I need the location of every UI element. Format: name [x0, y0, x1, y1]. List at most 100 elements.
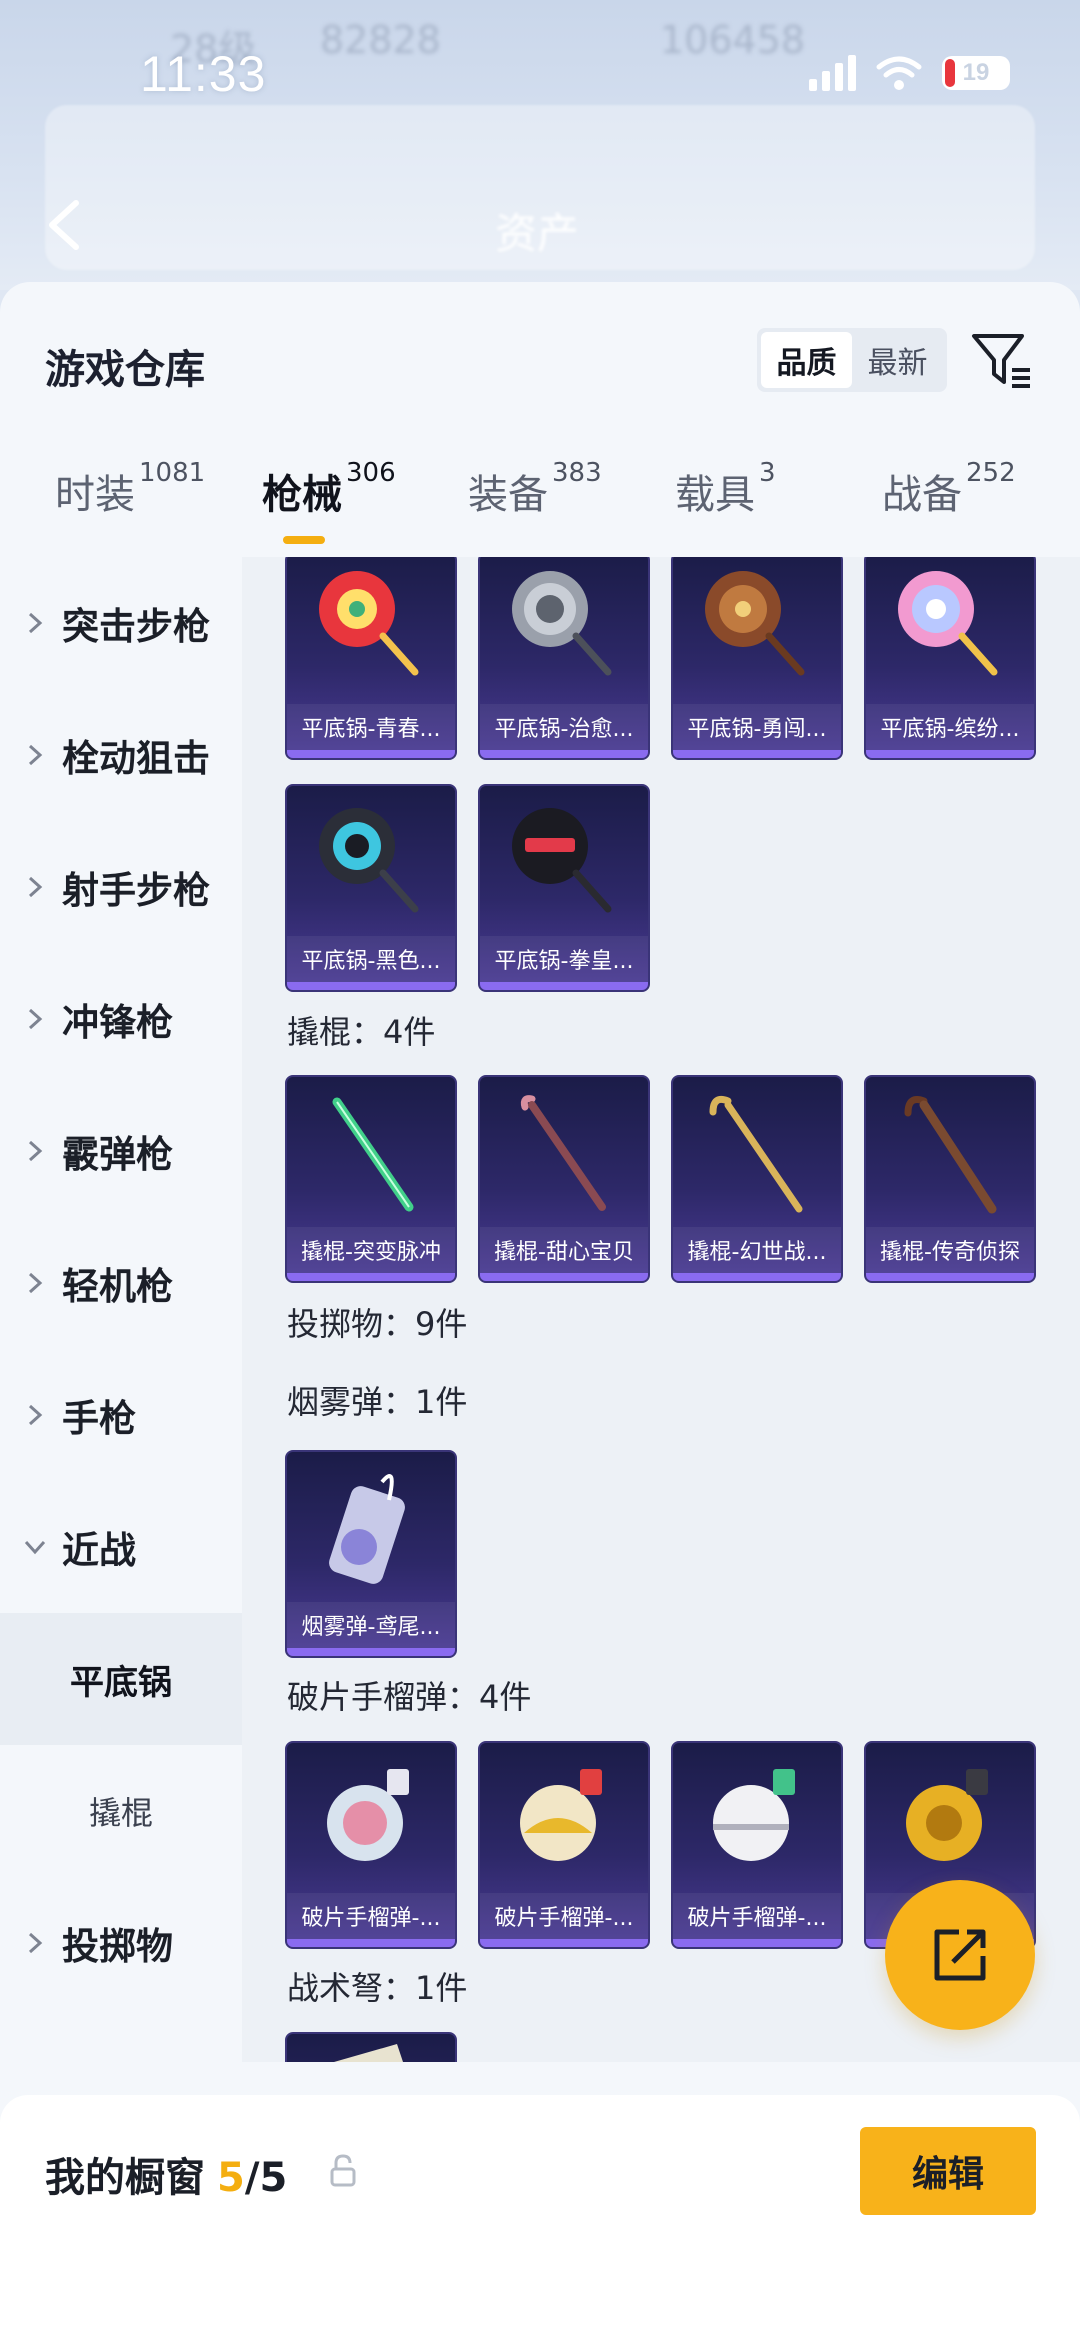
rarity-stripe: [480, 982, 648, 990]
filter-icon[interactable]: [970, 330, 1034, 390]
sort-option-newest[interactable]: 最新: [852, 332, 943, 388]
item-card[interactable]: 撬棍-甜心宝贝: [478, 1075, 650, 1283]
item-card[interactable]: 平底锅-黑色...: [285, 784, 457, 992]
tab-fashion[interactable]: 时装 1081: [55, 458, 205, 520]
sidebar-item-marksman-rifle[interactable]: 射手步枪: [0, 821, 242, 953]
share-fab[interactable]: [885, 1880, 1035, 2030]
sidebar-item-label: 冲锋枪: [62, 1001, 173, 1044]
battery-level: 19: [962, 59, 990, 86]
item-name: 平底锅-缤纷...: [866, 704, 1034, 750]
frag-grenade-4-icon: [906, 1769, 988, 1861]
status-time: 11:33: [140, 46, 267, 102]
frag-grenade-2-icon: [520, 1769, 602, 1861]
item-card[interactable]: 烟雾弹-鸢尾...: [285, 1450, 457, 1658]
item-name: 撬棍-幻世战...: [673, 1227, 841, 1273]
rarity-stripe: [287, 1648, 455, 1656]
item-name: 撬棍-传奇侦探: [866, 1227, 1034, 1273]
rarity-stripe: [480, 750, 648, 758]
item-card[interactable]: 平底锅-勇闯...: [671, 557, 843, 760]
sidebar-item-throwables[interactable]: 投掷物: [0, 1877, 242, 2009]
tab-vehicles[interactable]: 载具 3: [675, 458, 776, 520]
sidebar-item-label: 轻机枪: [62, 1265, 173, 1308]
chevron-right-icon: [28, 1404, 43, 1426]
item-card[interactable]: 平底锅-治愈...: [478, 557, 650, 760]
chevron-right-icon: [28, 744, 43, 766]
sidebar-item-shotgun[interactable]: 霰弹枪: [0, 1085, 242, 1217]
item-card[interactable]: 破片手榴弹-...: [671, 1741, 843, 1949]
tab-count: 252: [966, 458, 1016, 488]
item-card[interactable]: 撬棍-传奇侦探: [864, 1075, 1036, 1283]
signal-icon: [809, 55, 856, 91]
item-card[interactable]: 平底锅-拳皇...: [478, 784, 650, 992]
item-card[interactable]: 破片手榴弹-...: [285, 1741, 457, 1949]
sidebar-item-smg[interactable]: 冲锋枪: [0, 953, 242, 1085]
sidebar-item-label: 突击步枪: [62, 605, 210, 648]
green-crowbar-icon: [332, 1097, 414, 1212]
chevron-right-icon: [28, 1008, 43, 1030]
wifi-icon: [876, 56, 922, 90]
section-header-frag: 破片手榴弹：4件: [287, 1678, 532, 1716]
sidebar-item-label: 投掷物: [62, 1925, 173, 1968]
item-card[interactable]: [285, 2032, 457, 2062]
item-card[interactable]: 撬棍-幻世战...: [671, 1075, 843, 1283]
chevron-right-icon: [28, 1932, 43, 1954]
item-card[interactable]: 平底锅-青春...: [285, 557, 457, 760]
battery-icon: 19: [942, 56, 1010, 90]
item-name: 平底锅-拳皇...: [480, 936, 648, 982]
tab-label: 枪械: [262, 472, 342, 518]
background-header: 28级 82828 106458 11:33 19 资产: [0, 0, 1080, 290]
item-name: 平底锅-治愈...: [480, 704, 648, 750]
asset-title: 资产: [495, 209, 580, 258]
sidebar-item-lmg[interactable]: 轻机枪: [0, 1217, 242, 1349]
sidebar-item-label: 霰弹枪: [62, 1133, 173, 1176]
showcase-bar: 我的橱窗 5 /5 编辑: [0, 2095, 1080, 2341]
item-name: 烟雾弹-鸢尾...: [287, 1602, 455, 1648]
chevron-right-icon: [28, 876, 43, 898]
sidebar-item-label: 栓动狙击: [62, 737, 210, 780]
edit-button[interactable]: 编辑: [860, 2127, 1036, 2215]
frag-grenade-1-icon: [327, 1769, 409, 1861]
red-pan-icon: [319, 571, 419, 676]
item-name: 破片手榴弹-...: [673, 1893, 841, 1939]
sidebar-item-label: 近战: [62, 1529, 136, 1572]
rarity-stripe: [866, 1273, 1034, 1281]
section-header-crossbow: 战术弩：1件: [287, 1969, 468, 2007]
item-card[interactable]: 撬棍-突变脉冲: [285, 1075, 457, 1283]
item-card[interactable]: 破片手榴弹-...: [478, 1741, 650, 1949]
item-grid: 平底锅-青春... 平底锅-治愈... 平底锅-勇闯... 平底锅-缤纷... …: [242, 557, 1080, 2062]
sidebar-item-pistol[interactable]: 手枪: [0, 1349, 242, 1481]
smoke-grenade-icon: [329, 1474, 405, 1584]
section-header-crowbar: 撬棍：4件: [287, 1013, 436, 1051]
bronze-pan-icon: [705, 571, 805, 676]
tab-count: 306: [346, 458, 396, 488]
sidebar-subitem-pan[interactable]: 平底锅: [0, 1613, 242, 1745]
sidebar-item-assault-rifle[interactable]: 突击步枪: [0, 557, 242, 689]
sidebar-item-label: 射手步枪: [62, 869, 210, 912]
tab-equipment[interactable]: 装备 383: [468, 458, 602, 520]
back-arrow-icon[interactable]: [40, 195, 90, 255]
chevron-down-icon: [24, 1540, 46, 1555]
active-tab-indicator: [283, 536, 325, 544]
rarity-stripe: [480, 1273, 648, 1281]
sidebar-item-bolt-sniper[interactable]: 栓动狙击: [0, 689, 242, 821]
panel-title: 游戏仓库: [45, 347, 205, 393]
sidebar-item-melee[interactable]: 近战: [0, 1481, 242, 1613]
item-card[interactable]: 平底锅-缤纷...: [864, 557, 1036, 760]
tab-supplies[interactable]: 战备 252: [882, 458, 1016, 520]
showcase-title: 我的橱窗 5 /5: [45, 2145, 287, 2203]
category-tabs: 时装 1081 枪械 306 装备 383 载具 3 战备 252: [0, 458, 1080, 572]
sort-option-quality[interactable]: 品质: [761, 332, 852, 388]
silver-pan-icon: [512, 571, 612, 676]
lock-icon: [330, 2154, 356, 2187]
candy-pan-icon: [898, 571, 998, 676]
black-pan-icon: [319, 808, 419, 913]
section-header-smoke: 烟雾弹：1件: [287, 1383, 468, 1421]
showcase-total-count: /5: [244, 2155, 288, 2201]
sidebar-subitem-crowbar[interactable]: 撬棍: [0, 1745, 242, 1877]
tab-count: 3: [759, 458, 776, 488]
tab-firearms[interactable]: 枪械 306: [262, 458, 396, 520]
warehouse-sheet: 游戏仓库 品质 最新 时装 1081 枪械 306 装备 383 载具 3 战备…: [0, 282, 1080, 2341]
rarity-stripe: [673, 1273, 841, 1281]
tab-label: 装备: [468, 472, 548, 518]
chevron-right-icon: [28, 1140, 43, 1162]
